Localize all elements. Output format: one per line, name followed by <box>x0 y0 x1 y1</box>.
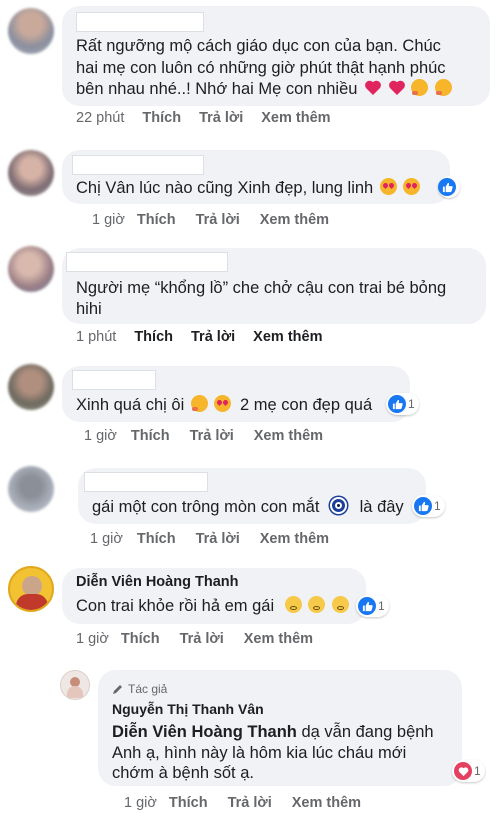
see-more-button[interactable]: Xem thêm <box>244 631 313 647</box>
love-reaction-icon <box>454 762 472 780</box>
reply-button[interactable]: Trả lời <box>191 329 235 345</box>
comment-text-line-1: Rất ngưỡng mộ cách giáo dục con của bạn.… <box>76 37 441 55</box>
avatar[interactable] <box>8 150 54 196</box>
avatar[interactable] <box>8 566 54 612</box>
comment-text-line-1: Diễn Viên Hoàng Thanh dạ vẫn đang bệnh <box>112 722 434 743</box>
comment-actions: 1 giờ Thích Trả lời Xem thêm <box>90 531 329 547</box>
sad-face-icon <box>308 596 326 613</box>
comment-actions: 1 giờ Thích Trả lời Xem thêm <box>124 795 361 811</box>
avatar[interactable] <box>8 466 54 512</box>
author-name-redacted <box>66 252 228 272</box>
see-more-button[interactable]: Xem thêm <box>260 212 329 228</box>
comment-text-continued: 2 mẹ con đẹp quá <box>240 396 373 414</box>
comment-text: gái một con trông mòn con mắt <box>92 498 320 516</box>
comment-text-line-2: Anh ạ, hình này là hôm kia lúc cháu mới <box>112 744 407 762</box>
author-name-redacted <box>76 12 204 32</box>
pencil-icon <box>113 685 122 694</box>
heart-icon <box>364 79 381 96</box>
heart-icon <box>388 79 405 96</box>
comment-text: Chị Vân lúc nào cũng Xinh đẹp, lung linh <box>76 179 374 197</box>
reaction-count: 1 <box>408 397 415 411</box>
sad-face-icon <box>284 596 302 613</box>
avatar[interactable] <box>8 364 54 410</box>
heart-eyes-icon <box>403 178 421 195</box>
author-name-redacted <box>84 472 208 492</box>
heart-eyes-icon <box>379 178 397 195</box>
comment-actions: 1 giờ Thích Trả lời Xem thêm <box>92 212 329 228</box>
smiling-face-hearts-icon <box>411 79 429 96</box>
like-reaction-icon <box>438 178 456 196</box>
see-more-button[interactable]: Xem thêm <box>292 795 361 811</box>
see-more-button[interactable]: Xem thêm <box>254 428 323 444</box>
reply-button[interactable]: Trả lời <box>196 531 240 547</box>
comment-actions: 1 phút Thích Trả lời Xem thêm <box>76 329 322 345</box>
reaction-badge[interactable] <box>438 176 460 198</box>
comment-actions: 1 giờ Thích Trả lời Xem thêm <box>84 428 323 444</box>
like-button[interactable]: Thích <box>134 329 173 345</box>
like-reaction-icon <box>358 597 376 615</box>
reaction-count: 1 <box>434 499 441 513</box>
comment-text-continued: là đây <box>359 498 404 516</box>
comment-actions: 22 phút Thích Trả lời Xem thêm <box>76 110 331 126</box>
comment-text-line: Con trai khỏe rồi hả em gái <box>76 596 349 617</box>
author-name-redacted <box>72 370 156 390</box>
reaction-badge[interactable]: 1 <box>356 595 389 617</box>
comment-text: Xinh quá chị ôi <box>76 396 185 414</box>
like-button[interactable]: Thích <box>137 531 176 547</box>
reaction-count: 1 <box>474 764 481 778</box>
timestamp[interactable]: 1 phút <box>76 329 116 345</box>
reaction-count: 1 <box>378 599 385 613</box>
like-button[interactable]: Thích <box>121 631 160 647</box>
timestamp[interactable]: 1 giờ <box>84 428 117 444</box>
author-name[interactable]: Diễn Viên Hoàng Thanh <box>76 574 238 590</box>
author-badge-label: Tác giả <box>128 682 168 696</box>
timestamp[interactable]: 1 giờ <box>90 531 123 547</box>
author-name[interactable]: Nguyễn Thị Thanh Vân <box>112 701 264 717</box>
sad-face-icon <box>331 596 349 613</box>
reaction-badge[interactable]: 1 <box>412 495 445 517</box>
reply-button[interactable]: Trả lời <box>196 212 240 228</box>
comment-text-line-3: bên nhau nhé..! Nhớ hai Mẹ con nhiều <box>76 79 452 100</box>
comment-text-line: Xinh quá chị ôi 2 mẹ con đẹp quá <box>76 395 372 416</box>
reply-button[interactable]: Trả lời <box>228 795 272 811</box>
see-more-button[interactable]: Xem thêm <box>260 531 329 547</box>
comment-text-line: gái một con trông mòn con mắt là đây <box>92 497 404 518</box>
timestamp[interactable]: 1 giờ <box>92 212 125 228</box>
reaction-badge[interactable]: 1 <box>386 393 419 415</box>
comment-text-line-2: hihi <box>76 300 102 318</box>
timestamp[interactable]: 1 giờ <box>76 631 109 647</box>
reply-button[interactable]: Trả lời <box>190 428 234 444</box>
nazar-amulet-icon <box>330 497 348 514</box>
timestamp[interactable]: 1 giờ <box>124 795 157 811</box>
comment-text-line: Chị Vân lúc nào cũng Xinh đẹp, lung linh <box>76 178 421 199</box>
like-button[interactable]: Thích <box>142 110 181 126</box>
comment-text-line-1: Người mẹ “khổng lồ” che chở cậu con trai… <box>76 279 447 297</box>
author-name-redacted <box>72 155 204 175</box>
avatar[interactable] <box>60 670 90 700</box>
timestamp[interactable]: 22 phút <box>76 110 124 126</box>
reaction-badge[interactable]: 1 <box>452 760 485 782</box>
comment-text: Con trai khỏe rồi hả em gái <box>76 597 275 615</box>
like-button[interactable]: Thích <box>169 795 208 811</box>
mention-link[interactable]: Diễn Viên Hoàng Thanh <box>112 723 297 741</box>
heart-eyes-icon <box>214 395 232 412</box>
author-badge: Tác giả <box>112 682 167 696</box>
comment-text-line-3: chớm à bệnh sốt ạ. <box>112 764 254 782</box>
reply-button[interactable]: Trả lời <box>180 631 224 647</box>
like-reaction-icon <box>388 395 406 413</box>
like-reaction-icon <box>414 497 432 515</box>
see-more-button[interactable]: Xem thêm <box>253 329 322 345</box>
reply-button[interactable]: Trả lời <box>199 110 243 126</box>
comment-actions: 1 giờ Thích Trả lời Xem thêm <box>76 631 313 647</box>
comment-text: dạ vẫn đang bệnh <box>296 723 434 741</box>
avatar[interactable] <box>8 8 54 54</box>
comment-text-line-2: hai mẹ con luôn có những giờ phút thật h… <box>76 59 446 77</box>
see-more-button[interactable]: Xem thêm <box>261 110 330 126</box>
smiling-face-hearts-icon <box>190 395 208 412</box>
like-button[interactable]: Thích <box>131 428 170 444</box>
comment-text: bên nhau nhé..! Nhớ hai Mẹ con nhiều <box>76 80 358 98</box>
smiling-face-hearts-icon <box>434 79 452 96</box>
like-button[interactable]: Thích <box>137 212 176 228</box>
avatar[interactable] <box>8 246 54 292</box>
